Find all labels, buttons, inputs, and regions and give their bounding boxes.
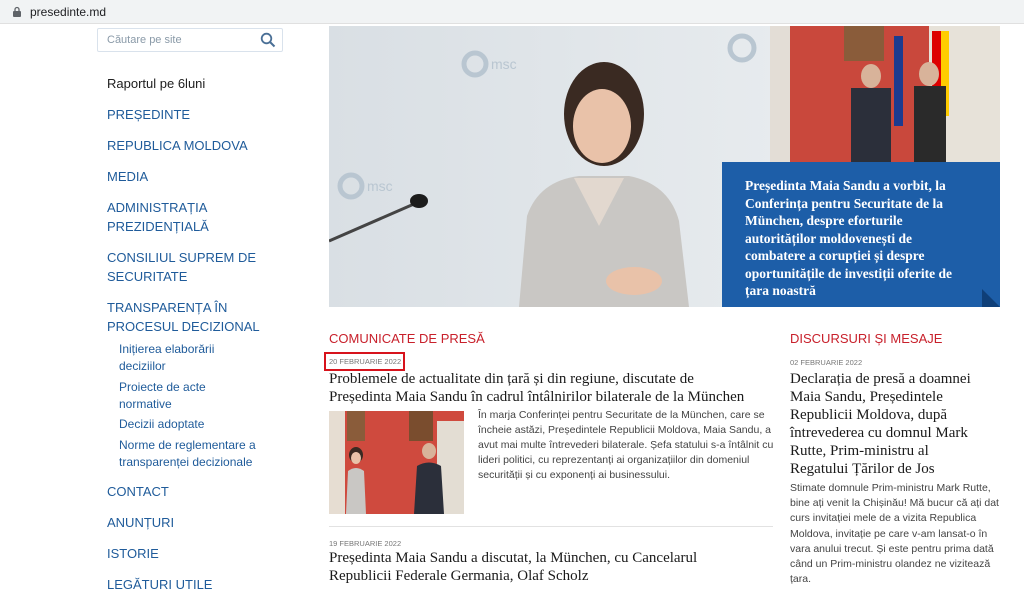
sidebar-item-administratia-line2[interactable]: PREZIDENȚIALĂ — [107, 217, 209, 237]
headline-line[interactable]: Republicii Moldova, după — [790, 406, 1010, 424]
hero-caption-line: Conferința pentru Securitate de la — [745, 195, 943, 211]
hero-caption-line: combatere a corupției și despre — [745, 248, 925, 263]
hero-caption[interactable]: Președinta Maia Sandu a vorbit, la Confe… — [722, 162, 1000, 307]
headline-line[interactable]: Rutte, Prim-ministru al — [790, 442, 1010, 460]
thumbnail-photo — [329, 411, 464, 514]
sidebar-item-raport[interactable]: Raportul pe 6luni — [107, 74, 205, 94]
sidebar-subitem-initierea[interactable]: Inițierea elaborării — [119, 341, 214, 358]
excerpt-line: În marja Conferinței pentru Securitate d… — [478, 409, 765, 421]
url-text[interactable]: presedinte.md — [30, 5, 106, 19]
excerpt-line: bine ați venit la Chișinău! Mă bucur că … — [790, 497, 999, 510]
press-item-headline[interactable]: Problemele de actualitate din țară și di… — [329, 370, 774, 406]
sidebar-subitem-norme[interactable]: Norme de reglementare a — [119, 437, 256, 454]
sidebar-item-transparenta[interactable]: TRANSPARENȚA ÎN — [107, 298, 227, 318]
press-item-thumbnail[interactable] — [329, 411, 464, 514]
excerpt-line: țara. — [790, 573, 812, 586]
speech-item-excerpt: Stimate domnule Prim-ministru Mark Rutte… — [790, 481, 1015, 587]
headline-line[interactable]: întrevederea cu domnul Mark — [790, 424, 1010, 442]
sidebar-item-consiliul[interactable]: CONSILIUL SUPREM DE — [107, 248, 256, 268]
excerpt-line: când un Prim-ministru olandez ne vizitea… — [790, 558, 991, 571]
browser-url-bar[interactable]: presedinte.md — [0, 0, 1024, 24]
svg-text:msc: msc — [367, 178, 393, 194]
headline-line[interactable]: Maia Sandu, Președintele — [790, 388, 1010, 406]
headline-line[interactable]: Președinta Maia Sandu a discutat, la Mün… — [329, 549, 774, 567]
lock-icon — [13, 6, 21, 17]
caption-corner-fold — [982, 289, 1000, 307]
divider — [329, 526, 773, 527]
press-item-excerpt: În marja Conferinței pentru Securitate d… — [478, 408, 778, 483]
sidebar-item-republica-moldova[interactable]: REPUBLICA MOLDOVA — [107, 136, 248, 156]
excerpt-line: securității și cu exponenți ai businessu… — [478, 469, 671, 481]
sidebar-item-transparenta-line2[interactable]: PROCESUL DECIZIONAL — [107, 317, 260, 337]
sidebar-subitem-proiecte[interactable]: Proiecte de acte — [119, 379, 206, 396]
press-item-date: 19 FEBRUARIE 2022 — [329, 539, 402, 548]
excerpt-line: Stimate domnule Prim-ministru Mark Rutte… — [790, 482, 991, 494]
sidebar-subitem-decizii[interactable]: Decizii adoptate — [119, 416, 204, 433]
hero-caption-line: oportunitățile de investiții oferite de — [745, 265, 952, 281]
site-search[interactable]: Căutare pe site — [97, 28, 283, 52]
sidebar-item-contact[interactable]: CONTACT — [107, 482, 169, 502]
press-section-title[interactable]: COMUNICATE DE PRESĂ — [329, 331, 485, 346]
search-input[interactable]: Căutare pe site — [107, 34, 182, 46]
sidebar-item-media[interactable]: MEDIA — [107, 167, 148, 187]
speeches-section-title[interactable]: DISCURSURI ȘI MESAJE — [790, 331, 942, 346]
search-icon[interactable] — [260, 32, 276, 48]
sidebar-subitem-initierea-line2[interactable]: deciziilor — [119, 358, 166, 375]
speech-item-date: 02 FEBRUARIE 2022 — [790, 358, 863, 367]
headline-line[interactable]: Declarația de presă a doamnei — [790, 370, 1010, 388]
excerpt-line: Moldova, invitație pe care v-am lansat-o… — [790, 527, 988, 540]
headline-line[interactable]: Președinta Maia Sandu în cadrul întâlnir… — [329, 388, 774, 406]
speech-item-headline[interactable]: Declarația de presă a doamnei Maia Sandu… — [790, 370, 1010, 478]
excerpt-line: vara anului trecut. Și este pentru prima… — [790, 542, 994, 555]
excerpt-line: încheie astăzi, Președintele Republicii … — [478, 424, 772, 436]
sidebar-item-presedinte[interactable]: PREȘEDINTE — [107, 105, 190, 125]
headline-line[interactable]: Problemele de actualitate din țară și di… — [329, 370, 774, 388]
press-item-date: 20 FEBRUARIE 2022 — [329, 357, 402, 366]
hero-caption-line: țara noastră — [745, 283, 816, 298]
sidebar-item-istorie[interactable]: ISTORIE — [107, 544, 159, 564]
sidebar-item-consiliul-line2[interactable]: SECURITATE — [107, 267, 187, 287]
sidebar-subitem-norme-line2[interactable]: transparenței decizionale — [119, 454, 252, 471]
headline-line[interactable]: Republicii Federale Germania, Olaf Schol… — [329, 567, 774, 585]
hero-caption-line: München, despre eforturile — [745, 213, 903, 228]
svg-text:msc: msc — [491, 56, 517, 72]
excerpt-line: avut mai multe întrevederi bilaterale. Ș… — [478, 439, 774, 451]
hero-caption-line: autorităților moldovenești de — [745, 230, 912, 246]
sidebar-item-anunturi[interactable]: ANUNȚURI — [107, 513, 174, 533]
headline-line[interactable]: Regatului Țărilor de Jos — [790, 460, 1010, 478]
excerpt-line: lideri politici, cu reprezentanți ai org… — [478, 454, 750, 466]
sidebar-item-administratia[interactable]: ADMINISTRAȚIA — [107, 198, 207, 218]
excerpt-line: curs invitației mele de a vizita Republi… — [790, 512, 977, 525]
hero-caption-line: Președinta Maia Sandu a vorbit, la — [745, 178, 946, 193]
press-item-headline[interactable]: Președinta Maia Sandu a discutat, la Mün… — [329, 549, 774, 585]
sidebar-subitem-proiecte-line2[interactable]: normative — [119, 396, 172, 413]
sidebar-item-legaturi-utile[interactable]: LEGĂTURI UTILE — [107, 575, 212, 590]
